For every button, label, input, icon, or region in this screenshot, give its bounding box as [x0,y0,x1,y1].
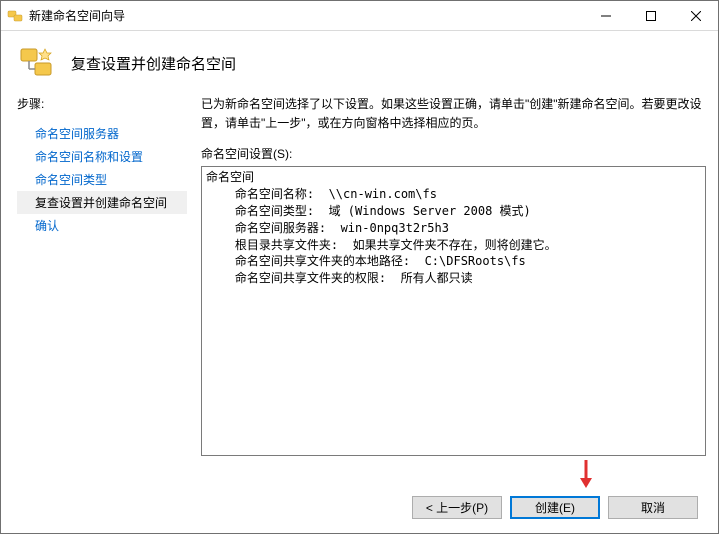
previous-button[interactable]: < 上一步(P) [412,496,502,519]
content-panel: 已为新命名空间选择了以下设置。如果这些设置正确，请单击"创建"新建命名空间。若要… [187,95,706,486]
settings-textbox[interactable]: 命名空间 命名空间名称: \\cn-win.com\fs 命名空间类型: 域 (… [201,166,706,456]
create-button[interactable]: 创建(E) [510,496,600,519]
body-section: 步骤: 命名空间服务器 命名空间名称和设置 命名空间类型 复查设置并创建命名空间… [1,95,718,486]
page-title: 复查设置并创建命名空间 [71,53,236,74]
wizard-window: 新建命名空间向导 复查设置并创建命名空间 步骤 [0,0,719,534]
minimize-button[interactable] [583,1,628,31]
sidebar-item-confirm[interactable]: 确认 [17,214,187,237]
header-section: 复查设置并创建命名空间 [1,31,718,95]
close-button[interactable] [673,1,718,31]
footer: < 上一步(P) 创建(E) 取消 [1,486,718,533]
sidebar-item-type[interactable]: 命名空间类型 [17,168,187,191]
sidebar-header: 步骤: [17,95,187,112]
titlebar: 新建命名空间向导 [1,1,718,31]
app-icon [7,8,23,24]
instruction-text: 已为新命名空间选择了以下设置。如果这些设置正确，请单击"创建"新建命名空间。若要… [201,95,706,133]
sidebar-item-name-settings[interactable]: 命名空间名称和设置 [17,145,187,168]
steps-sidebar: 步骤: 命名空间服务器 命名空间名称和设置 命名空间类型 复查设置并创建命名空间… [17,95,187,486]
maximize-button[interactable] [628,1,673,31]
sidebar-item-server[interactable]: 命名空间服务器 [17,122,187,145]
settings-label: 命名空间设置(S): [201,145,706,162]
cancel-button[interactable]: 取消 [608,496,698,519]
titlebar-title: 新建命名空间向导 [29,7,583,24]
window-controls [583,1,718,30]
wizard-icon [17,43,57,83]
sidebar-item-review[interactable]: 复查设置并创建命名空间 [17,191,187,214]
